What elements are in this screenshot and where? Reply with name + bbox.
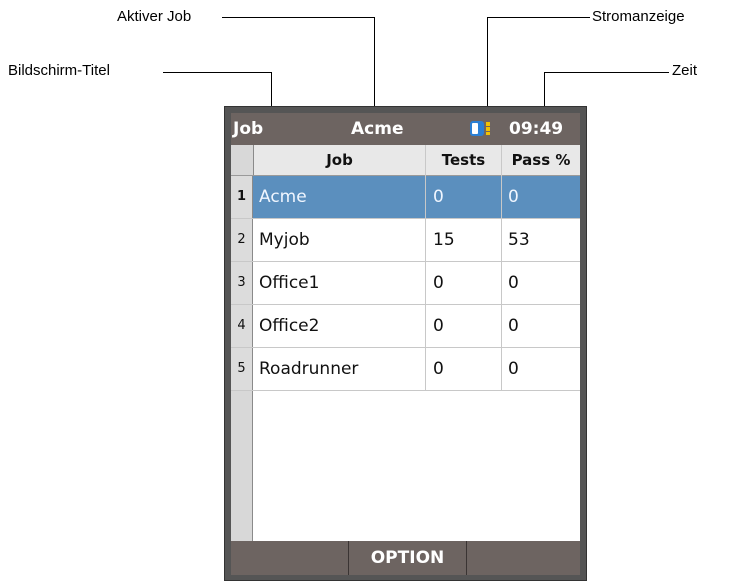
row-number: 3 [231,262,253,304]
leader-line [544,72,669,73]
empty-rownum-column [231,391,253,541]
table-row[interactable]: 5 Roadrunner 0 0 [231,348,580,391]
cell-tests: 0 [433,359,444,379]
softkey-bar: OPTION [231,541,580,575]
device-screen: Job Acme 09:49 Job Tests Pass % 1 Acme 0… [231,113,580,575]
device-frame: Job Acme 09:49 Job Tests Pass % 1 Acme 0… [224,106,587,581]
cell-pass: 0 [508,187,519,207]
active-job: Acme [351,119,404,139]
cell-pass: 0 [508,273,519,293]
header-tests[interactable]: Tests [425,145,501,175]
softkey-left[interactable] [231,541,348,575]
cell-job: Acme [259,187,307,207]
table-row[interactable]: 4 Office2 0 0 [231,305,580,348]
cell-tests: 15 [433,230,455,250]
row-number: 5 [231,348,253,390]
row-number: 1 [231,176,253,218]
leader-line [163,72,271,73]
cell-tests: 0 [433,316,444,336]
cell-pass: 53 [508,230,530,250]
column-divider [425,145,426,391]
leader-line [487,17,488,114]
screen-title: Job [233,119,264,139]
callout-active-job: Aktiver Job [117,8,192,25]
table-row[interactable]: 3 Office1 0 0 [231,262,580,305]
cell-tests: 0 [433,273,444,293]
leader-line [487,17,590,18]
cell-pass: 0 [508,316,519,336]
cell-job: Roadrunner [259,359,359,379]
callout-power: Stromanzeige [592,8,685,25]
callout-time: Zeit [672,62,698,79]
title-bar: Job Acme 09:49 [231,113,580,145]
header-pass[interactable]: Pass % [501,145,580,175]
callout-screen-title: Bildschirm-Titel [8,62,110,79]
option-button[interactable]: OPTION [348,541,466,575]
leader-line [374,17,375,114]
softkey-right[interactable] [466,541,580,575]
leader-line [222,17,374,18]
header-job[interactable]: Job [253,145,425,175]
table-row[interactable]: 2 Myjob 15 53 [231,219,580,262]
cell-tests: 0 [433,187,444,207]
cell-pass: 0 [508,359,519,379]
cell-job: Office1 [259,273,320,293]
column-divider [501,145,502,391]
table-header: Job Tests Pass % [231,145,580,176]
row-number: 2 [231,219,253,261]
battery-icon [470,121,490,136]
table-row[interactable]: 1 Acme 0 0 [231,176,580,219]
header-rownum [231,145,253,175]
row-number: 4 [231,305,253,347]
cell-job: Office2 [259,316,320,336]
clock-time: 09:49 [509,119,564,139]
cell-job: Myjob [259,230,310,250]
